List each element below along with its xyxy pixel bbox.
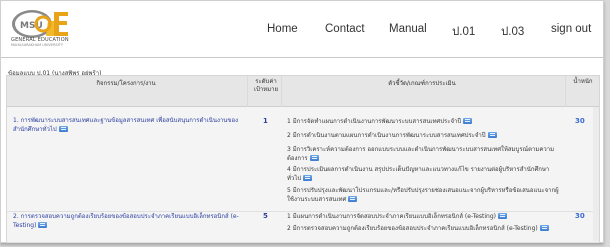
edit-icon[interactable] <box>58 126 68 132</box>
app-window: MSU GENERAL EDUCATION MAHASARAKHAM UNIVE… <box>0 0 604 243</box>
indicator-item: 4 มีการประเมินผลการดำเนินงาน สรุปประเด็น… <box>287 166 550 182</box>
indicator-item: 3 มีการวิเคราะห์ความต้องการ ออกแบบระบบแล… <box>287 146 555 162</box>
header-divider <box>1 57 603 58</box>
level-value: 5 <box>263 212 268 220</box>
level-value: 1 <box>263 117 268 125</box>
header-level: ระดับค่าเป้าหมาย <box>253 78 279 93</box>
nav-p01[interactable]: ป.01 <box>452 23 475 41</box>
nav-home[interactable]: Home <box>267 23 298 35</box>
edit-icon[interactable] <box>303 175 313 181</box>
weight-value: 30 <box>575 212 585 220</box>
logo-subtext: MAHASARAKHAM UNIVERSITY <box>11 43 64 47</box>
indicator-item: 2 มีการดำเนินงานตามแผนการดำเนินงานการพัฒ… <box>287 131 559 140</box>
indicator-table: กิจกรรม/โครงการ/งาน ระดับค่าเป้าหมาย ตัว… <box>6 75 600 243</box>
header-indicators: ตัวชี้วัด/เกณฑ์การประเมิน <box>388 80 456 87</box>
nav-p03[interactable]: ป.03 <box>501 23 524 41</box>
task-link-2[interactable]: 2. การตรวจสอบความถูกต้องเรียบร้อยของข้อส… <box>13 212 243 230</box>
header-task: กิจกรรม/โครงการ/งาน <box>96 80 156 87</box>
edit-icon[interactable] <box>348 196 358 202</box>
scrollbar[interactable] <box>593 107 599 241</box>
edit-icon[interactable] <box>487 132 497 138</box>
edit-icon[interactable] <box>498 213 508 219</box>
edit-icon[interactable] <box>539 225 549 231</box>
indicator-item: 1 มีการจัดทำแผนการดำเนินงานการพัฒนาระบบส… <box>287 117 559 126</box>
table-header: กิจกรรม/โครงการ/งาน ระดับค่าเป้าหมาย ตัว… <box>7 76 599 107</box>
nav-manual[interactable]: Manual <box>389 23 427 35</box>
weight-value: 30 <box>575 117 585 125</box>
edit-icon[interactable] <box>463 118 473 124</box>
header: MSU GENERAL EDUCATION MAHASARAKHAM UNIVE… <box>1 1 603 55</box>
header-weight: น้ำหนัก <box>573 78 593 85</box>
task-link-1[interactable]: 1. การพัฒนาระบบสารสนเทศและฐานข้อมูลสารสน… <box>13 116 243 134</box>
nav-sign-out[interactable]: sign out <box>551 23 591 35</box>
indicator-item: 1 มีแผนการดำเนินงานการจัดสอบประจำภาคเรีย… <box>287 212 559 221</box>
top-nav: Home Contact Manual ป.01 ป.03 sign out <box>1 23 603 39</box>
indicator-item: 5 มีการปรับปรุงและพัฒนาโปรแกรมและ/หรือปร… <box>287 187 559 203</box>
indicator-item: 2 มีการตรวจสอบความถูกต้องเรียบร้อยของข้อ… <box>287 224 559 233</box>
edit-icon[interactable] <box>38 222 48 228</box>
nav-contact[interactable]: Contact <box>325 23 365 35</box>
edit-icon[interactable] <box>309 155 319 161</box>
